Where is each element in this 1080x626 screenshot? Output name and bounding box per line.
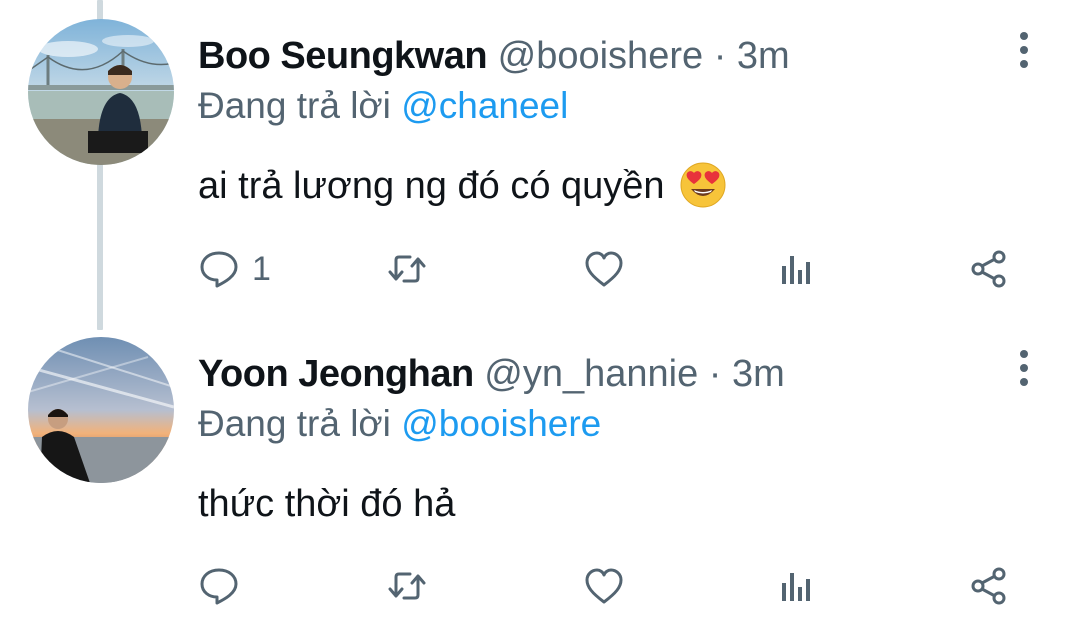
tweet-text: thức thời đó hả: [198, 480, 455, 528]
separator-dot: ·: [713, 35, 727, 77]
retweet-button[interactable]: [386, 245, 428, 293]
timestamp[interactable]: 3m: [732, 353, 785, 395]
share-button[interactable]: [968, 562, 1010, 610]
reply-count: 1: [252, 249, 271, 288]
share-icon: [971, 250, 1006, 288]
retweet-icon: [388, 572, 426, 600]
share-button[interactable]: [968, 245, 1010, 293]
reply-context: Đang trả lời @booishere: [198, 402, 601, 446]
views-icon: [782, 573, 810, 601]
more-icon[interactable]: [1012, 348, 1036, 388]
more-icon[interactable]: [1012, 30, 1036, 70]
avatar[interactable]: [28, 19, 174, 165]
like-button[interactable]: [583, 562, 625, 610]
heart-eyes-emoji: [680, 162, 726, 208]
like-button[interactable]: [583, 245, 625, 293]
reply-prefix: Đang trả lời: [198, 403, 402, 444]
avatar[interactable]: [28, 337, 174, 483]
comment-icon: [200, 251, 238, 288]
tweet-actions: [198, 562, 1038, 612]
reply-context: Đang trả lời @chaneel: [198, 84, 568, 128]
tweet-text-content: ai trả lương ng đó có quyền: [198, 165, 665, 207]
tweet-header: Boo Seungkwan @booishere · 3m: [198, 34, 790, 78]
reply-mention-link[interactable]: @chaneel: [401, 85, 568, 126]
tweet-text-content: thức thời đó hả: [198, 483, 456, 525]
reply-button[interactable]: 1: [198, 245, 271, 293]
tweet[interactable]: Boo Seungkwan @booishere · 3m Đang trả l…: [0, 0, 1080, 318]
user-handle[interactable]: @yn_hannie: [484, 353, 698, 395]
tweet[interactable]: Yoon Jeonghan @yn_hannie · 3m Đang trả l…: [0, 318, 1080, 626]
comment-icon: [200, 568, 238, 605]
share-icon: [971, 567, 1006, 605]
retweet-icon: [388, 255, 426, 283]
reply-prefix: Đang trả lời: [198, 85, 402, 126]
tweet-actions: 1: [198, 245, 1038, 295]
retweet-button[interactable]: [386, 562, 428, 610]
user-handle[interactable]: @booishere: [498, 35, 703, 77]
display-name[interactable]: Yoon Jeonghan: [198, 353, 474, 395]
reply-mention-link[interactable]: @booishere: [401, 403, 601, 444]
views-button[interactable]: [776, 245, 818, 293]
tweet-text: ai trả lương ng đó có quyền: [198, 162, 727, 210]
tweet-header: Yoon Jeonghan @yn_hannie · 3m: [198, 352, 785, 396]
views-button[interactable]: [776, 562, 818, 610]
display-name[interactable]: Boo Seungkwan: [198, 35, 488, 77]
like-icon: [585, 568, 623, 604]
reply-button[interactable]: [198, 562, 252, 610]
separator-dot: ·: [708, 353, 722, 395]
views-icon: [782, 256, 810, 284]
like-icon: [585, 251, 623, 287]
timestamp[interactable]: 3m: [737, 35, 790, 77]
